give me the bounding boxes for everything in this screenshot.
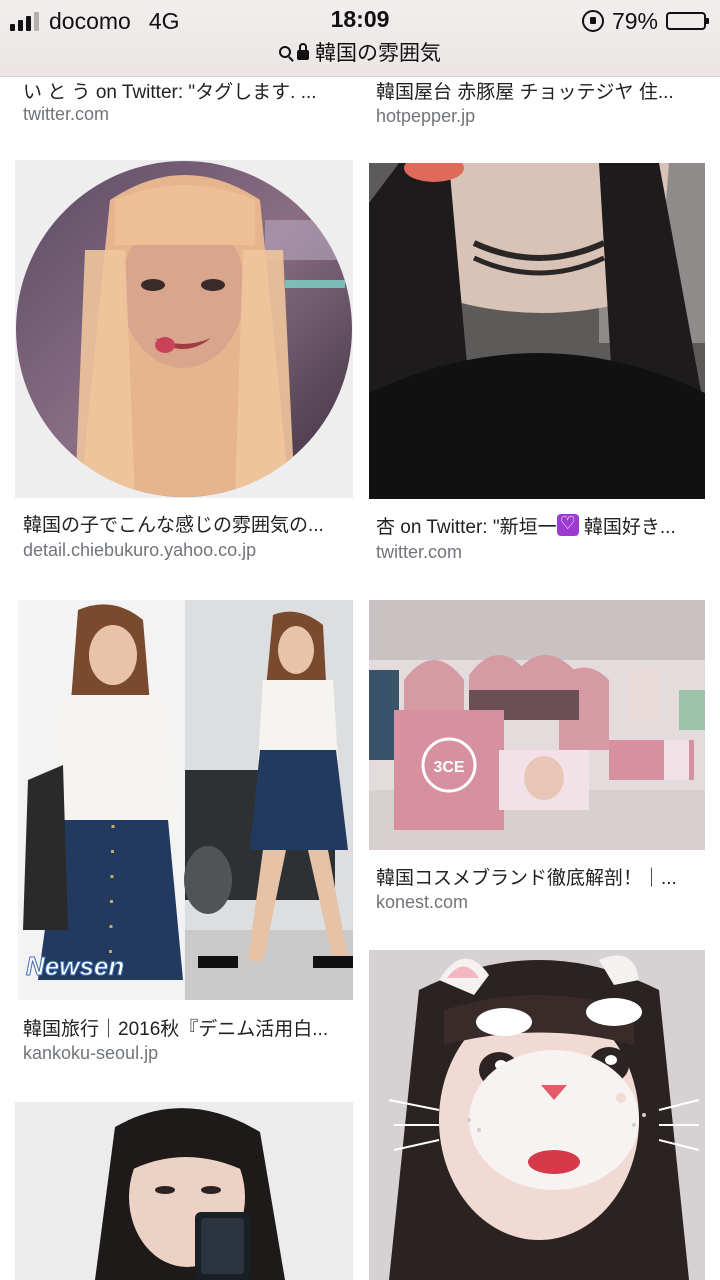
result-image-circle-portrait[interactable] xyxy=(15,160,353,498)
bunny-filter-image xyxy=(369,950,705,1280)
result-title[interactable]: 韓国の子でこんな感じの雰囲気の... xyxy=(23,510,335,537)
battery-percent: 79% xyxy=(611,7,658,34)
lock-icon xyxy=(297,43,309,60)
result-title[interactable]: 杏 on Twitter: "新垣一 韓国好き... xyxy=(376,512,688,539)
result-title[interactable]: い と う on Twitter: "タグします. ... xyxy=(23,77,335,104)
rotation-lock-icon xyxy=(581,10,604,32)
search-icon xyxy=(279,46,291,58)
result-title[interactable]: 韓国屋台 赤豚屋 チョッテジヤ 住... xyxy=(376,77,688,104)
newsen-watermark: Newsen xyxy=(26,951,124,981)
result-title[interactable]: 韓国コスメブランド徹底解剖！｜... xyxy=(376,863,688,890)
result-source: kankoku-seoul.jp xyxy=(23,1043,159,1063)
phone-selfie-image xyxy=(15,1102,353,1280)
result-title-text: 韓国好き... xyxy=(578,517,676,538)
portrait-choker-image xyxy=(369,163,705,499)
cosmetics-store-image: 3CE xyxy=(369,600,705,850)
result-image-outfit[interactable]: Newsen xyxy=(18,600,353,1000)
result-image-store[interactable]: 3CE xyxy=(369,600,705,850)
denim-outfit-image: Newsen xyxy=(18,600,353,1000)
result-image-selfie[interactable] xyxy=(15,1102,353,1280)
result-title-text: 杏 on Twitter: "新垣一 xyxy=(376,517,557,538)
result-source: detail.chiebukuro.yahoo.co.jp xyxy=(23,540,257,560)
result-source: konest.com xyxy=(376,892,469,912)
battery-icon xyxy=(666,12,709,30)
result-source: hotpepper.jp xyxy=(376,106,476,126)
purple-heart-emoji-icon xyxy=(556,513,579,536)
result-image-portrait[interactable] xyxy=(369,163,705,499)
address-bar[interactable]: 韓国の雰囲気 xyxy=(0,38,720,66)
store-logo-text: 3CE xyxy=(433,759,464,776)
circle-portrait-image xyxy=(15,160,353,498)
status-bar: docomo 4G 18:09 79% 韓国の雰囲気 xyxy=(0,0,720,77)
result-image-bunny-filter[interactable] xyxy=(369,950,705,1280)
result-title[interactable]: 韓国旅行｜2016秋『デニム活用白... xyxy=(23,1014,335,1041)
status-right: 79% xyxy=(581,6,709,36)
result-source: twitter.com xyxy=(23,104,110,124)
search-query: 韓国の雰囲気 xyxy=(315,42,441,65)
result-source: twitter.com xyxy=(376,542,463,562)
